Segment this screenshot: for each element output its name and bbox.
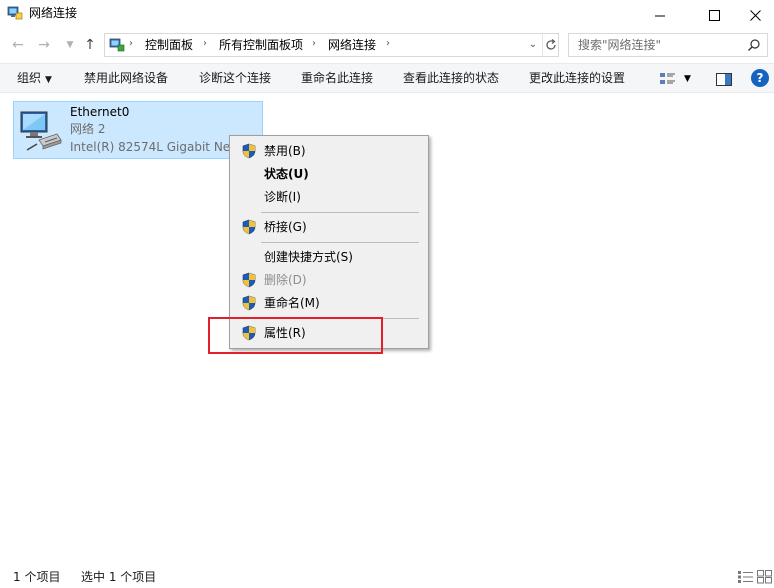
menu-item-label: 桥接(G) [264,220,307,234]
change-settings-button[interactable]: 更改此连接的设置 [529,71,625,85]
maximize-button[interactable] [691,0,737,30]
chevron-down-icon: ▼ [66,40,74,50]
menu-item-label: 删除(D) [264,273,307,287]
menu-item-bridge[interactable]: 桥接(G) [232,216,426,238]
ethernet-adapter-icon [20,111,62,151]
up-button[interactable]: ↑ [80,36,100,54]
forward-button[interactable]: → [34,36,54,54]
minimize-button[interactable] [637,0,683,30]
close-button[interactable] [737,0,774,30]
help-button[interactable]: ? [751,69,769,87]
diagnose-connection-button[interactable]: 诊断这个连接 [199,71,271,85]
address-bar[interactable]: › 控制面板 › 所有控制面板项 › 网络连接 › ⌄ [104,33,559,57]
menu-item-label: 禁用(B) [264,144,306,158]
view-status-button[interactable]: 查看此连接的状态 [403,71,499,85]
back-button[interactable]: ← [8,36,28,54]
maximize-icon [708,9,720,21]
breadcrumb-control-panel[interactable]: 控制面板 [145,38,193,52]
breadcrumb-separator-icon[interactable]: › [203,38,207,49]
view-dropdown-button[interactable]: ▼ [684,70,691,88]
rename-connection-button[interactable]: 重命名此连接 [301,71,373,85]
selected-count: 选中 1 个项目 [81,570,157,584]
search-placeholder: 搜索"网络连接" [578,38,662,52]
view-options-icon [660,73,675,84]
organize-menu[interactable]: 组织 ▼ [17,71,52,87]
breadcrumb-network-connections[interactable]: 网络连接 [328,38,376,52]
preview-pane-icon [716,72,732,86]
refresh-button[interactable] [542,34,558,56]
command-bar: 组织 ▼ 禁用此网络设备 诊断这个连接 重命名此连接 查看此连接的状态 更改此连接… [0,63,774,93]
window-title: 网络连接 [29,6,78,20]
menu-item-label: 状态(U) [264,167,309,181]
close-icon [750,9,761,21]
menu-item-disable[interactable]: 禁用(B) [232,140,426,162]
up-arrow-icon: ↑ [84,37,96,53]
breadcrumb-separator-icon[interactable]: › [129,38,133,49]
uac-shield-icon [242,219,256,235]
large-icons-view-icon[interactable] [757,570,773,584]
menu-item-diagnose[interactable]: 诊断(I) [232,186,426,208]
menu-separator [261,212,419,213]
status-bar: 1 个项目 选中 1 个项目 [0,565,774,588]
breadcrumb-separator-icon[interactable]: › [386,38,390,49]
item-count: 1 个项目 [13,570,61,584]
uac-shield-icon [242,295,256,311]
menu-item-rename[interactable]: 重命名(M) [232,292,426,314]
menu-item-label: 诊断(I) [264,190,301,204]
highlight-box [208,317,383,354]
address-history-dropdown[interactable]: ⌄ [526,37,540,53]
uac-shield-icon [242,143,256,159]
network-connections-icon [7,6,23,20]
connection-name: Ethernet0 [70,105,130,119]
menu-item-label: 重命名(M) [264,296,320,310]
forward-arrow-icon: → [38,37,50,53]
control-panel-icon [109,38,125,52]
breadcrumb-all-items[interactable]: 所有控制面板项 [219,38,303,52]
organize-label: 组织 [17,71,42,85]
menu-item-delete: 删除(D) [232,269,426,291]
uac-shield-icon [242,272,256,288]
chevron-down-icon: ▼ [45,75,52,85]
change-view-button[interactable] [660,70,676,88]
minimize-icon [654,15,665,16]
menu-item-label: 创建快捷方式(S) [264,250,353,264]
menu-item-status[interactable]: 状态(U) [232,163,426,185]
menu-separator [261,242,419,243]
refresh-icon [545,39,556,50]
disable-device-button[interactable]: 禁用此网络设备 [84,71,168,85]
chevron-down-icon: ⌄ [528,39,538,50]
search-box[interactable]: 搜索"网络连接" [568,33,768,57]
recent-locations-button[interactable]: ▼ [60,36,80,54]
connection-network: 网络 2 [70,122,106,136]
back-arrow-icon: ← [12,37,24,53]
navigation-bar: ← → ▼ ↑ › 控制面板 › 所有控制面板项 › 网络连接 › ⌄ 搜索"网… [0,30,774,60]
title-bar: 网络连接 [0,0,774,30]
connection-item-ethernet0[interactable]: Ethernet0 网络 2 Intel(R) 82574L Gigabit N… [13,101,263,159]
preview-pane-button[interactable] [716,70,732,88]
search-icon[interactable] [747,38,761,52]
menu-item-create-shortcut[interactable]: 创建快捷方式(S) [232,246,426,268]
breadcrumb-separator-icon[interactable]: › [312,38,316,49]
chevron-down-icon: ▼ [684,74,691,84]
details-view-icon[interactable] [738,570,754,584]
